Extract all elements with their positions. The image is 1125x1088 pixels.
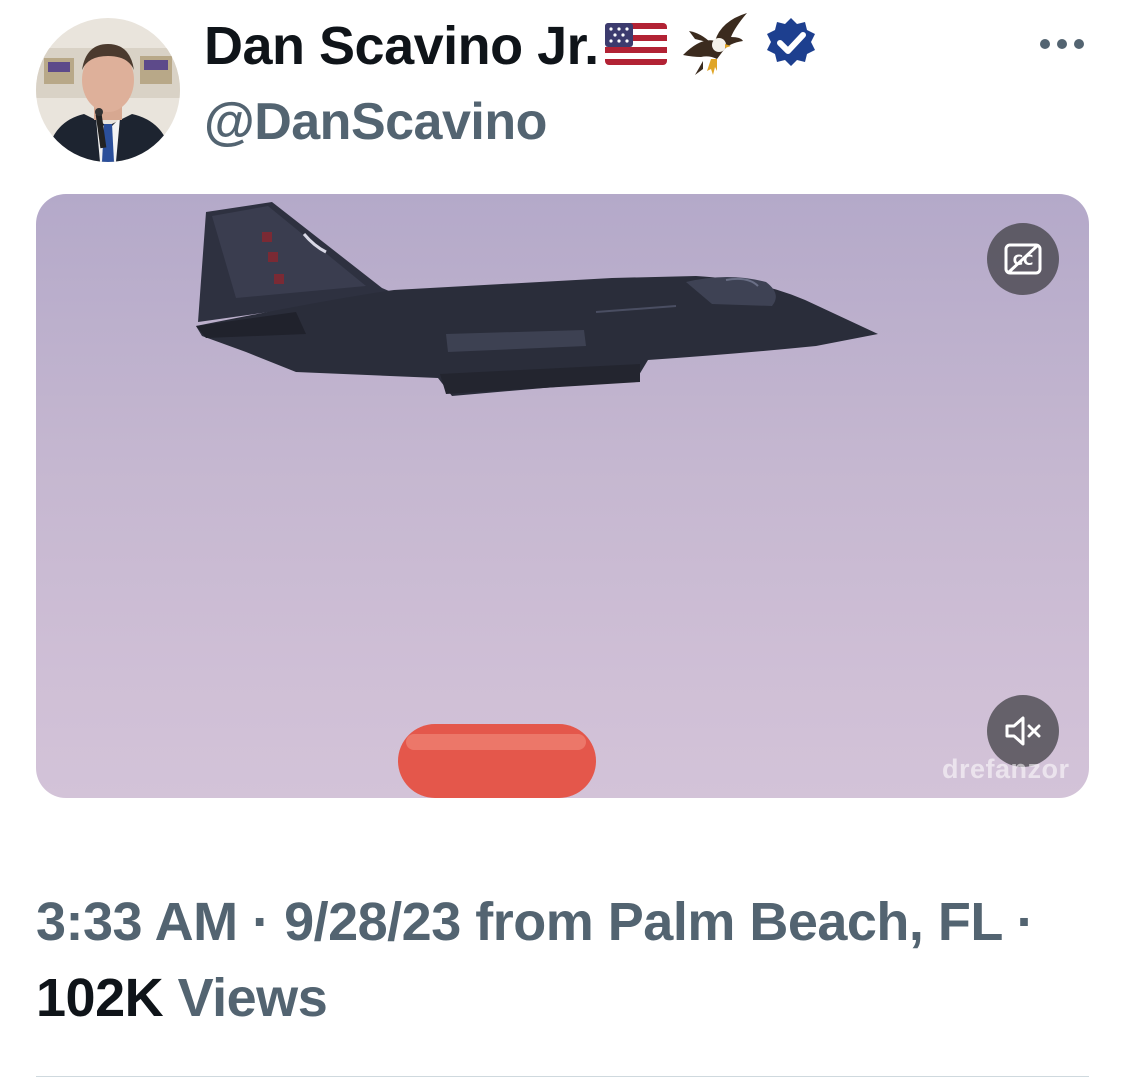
eagle-icon bbox=[681, 11, 749, 82]
views-label[interactable]: Views bbox=[178, 968, 328, 1028]
avatar[interactable] bbox=[36, 18, 180, 162]
closed-captions-icon: CC bbox=[1004, 243, 1042, 275]
meta-separator: · bbox=[1016, 892, 1034, 952]
verified-badge-icon[interactable] bbox=[763, 16, 819, 77]
video-frame bbox=[196, 202, 878, 798]
more-options-button[interactable] bbox=[1036, 26, 1088, 62]
avatar-image bbox=[36, 18, 180, 162]
video-watermark: drefanzor bbox=[942, 754, 1070, 784]
meta-separator: · bbox=[252, 892, 270, 952]
tweet-time[interactable]: 3:33 AM bbox=[36, 892, 238, 952]
tweet-source: from Palm Beach, FL bbox=[475, 892, 1002, 952]
tweet-date[interactable]: 9/28/23 bbox=[284, 892, 461, 952]
author-handle[interactable]: @DanScavino bbox=[204, 92, 547, 152]
author-display-name[interactable]: Dan Scavino Jr. bbox=[204, 15, 599, 77]
author-name-row[interactable]: Dan Scavino Jr. bbox=[204, 12, 819, 80]
tweet-meta: 3:33 AM · 9/28/23 from Palm Beach, FL · … bbox=[36, 884, 1096, 1036]
captions-button[interactable]: CC bbox=[987, 223, 1059, 295]
tweet-video[interactable]: CC drefanzor bbox=[36, 194, 1089, 798]
speaker-muted-icon bbox=[1005, 716, 1041, 746]
us-flag-icon bbox=[604, 22, 667, 70]
fighter-jet-illustration bbox=[196, 202, 878, 396]
falling-capsule-illustration bbox=[398, 724, 596, 798]
more-icon bbox=[1040, 39, 1084, 49]
views-count[interactable]: 102K bbox=[36, 968, 164, 1028]
divider bbox=[36, 1076, 1089, 1077]
